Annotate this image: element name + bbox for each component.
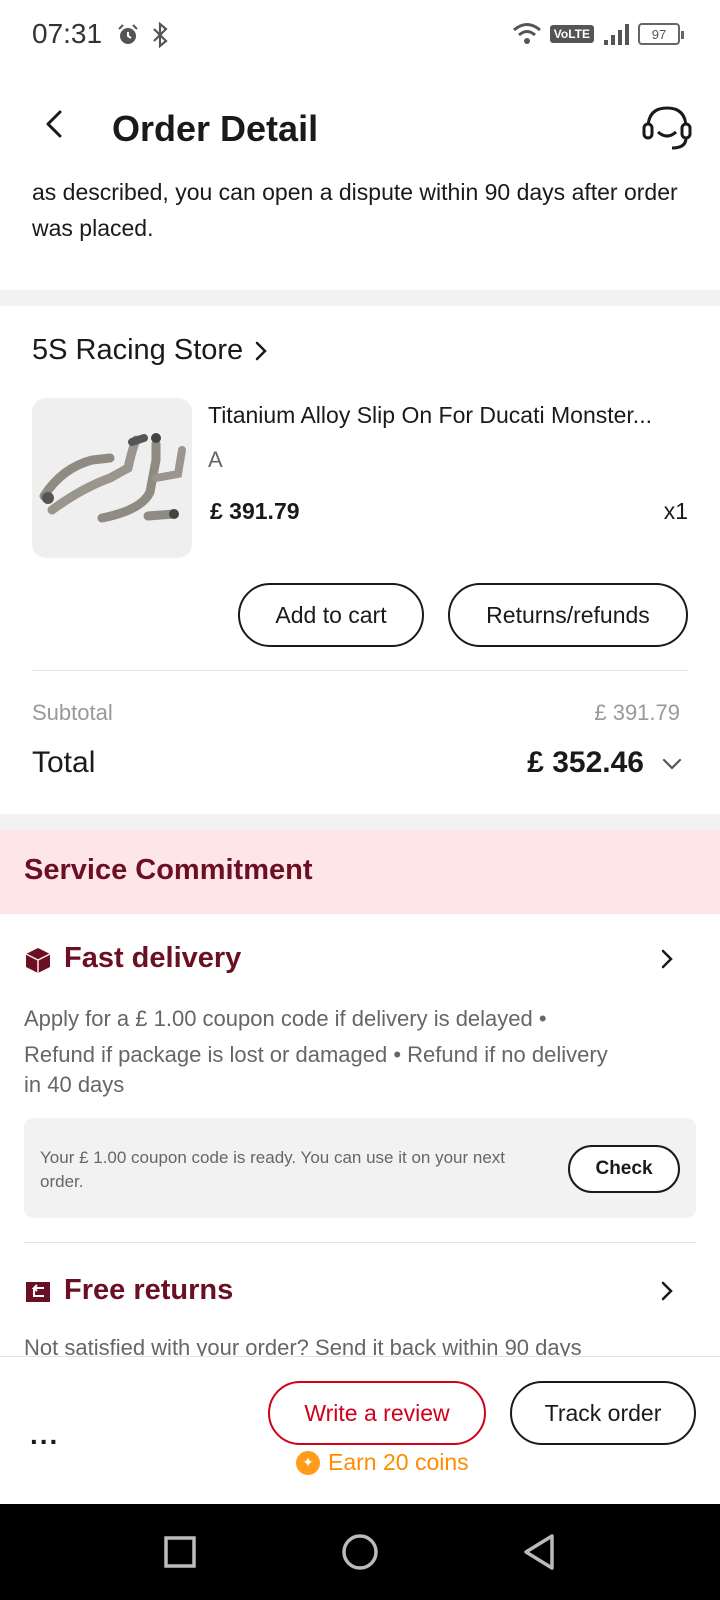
service-commitment-banner: Service Commitment — [0, 830, 720, 914]
earn-coins-hint: ✦ Earn 20 coins — [296, 1449, 469, 1476]
chevron-right-icon — [661, 949, 673, 969]
fast-delivery-row[interactable]: Fast delivery — [24, 938, 696, 982]
return-box-icon — [26, 1282, 50, 1302]
store-name: 5S Racing Store — [32, 334, 244, 366]
back-nav-icon[interactable] — [516, 1528, 564, 1576]
bottom-action-bar: ... Write a review Track order ✦ Earn 20… — [0, 1356, 720, 1504]
service-commitment-title: Service Commitment — [24, 854, 313, 886]
volte-badge: VoLTE — [549, 25, 594, 43]
fast-delivery-title: Fast delivery — [64, 942, 242, 974]
fast-delivery-line-2: Refund if package is lost or damaged • R… — [24, 1042, 608, 1067]
header: Order Detail — [0, 72, 720, 184]
divider — [32, 670, 688, 671]
battery-icon: 97 — [638, 23, 684, 45]
wifi-icon — [512, 23, 541, 44]
product-quantity: x1 — [663, 498, 688, 524]
free-returns-title: Free returns — [64, 1274, 234, 1306]
product-price: £ 391.79 — [210, 498, 300, 524]
system-navigation-bar — [0, 1504, 720, 1600]
back-button[interactable] — [32, 102, 76, 146]
add-to-cart-button[interactable]: Add to cart — [238, 583, 424, 647]
free-returns-description: Not satisfied with your order? Send it b… — [24, 1335, 582, 1356]
customer-service-button[interactable] — [640, 100, 694, 154]
subtotal-label: Subtotal — [32, 700, 113, 725]
coin-icon: ✦ — [296, 1450, 320, 1475]
signal-icon — [604, 24, 629, 45]
status-bar: 07:31 VoLTE 97 — [0, 0, 720, 72]
coupon-notice: Your £ 1.00 coupon code is ready. You ca… — [24, 1118, 696, 1218]
free-returns-row[interactable]: Free returns — [24, 1270, 696, 1314]
package-icon — [25, 948, 51, 973]
recents-icon[interactable] — [156, 1528, 204, 1576]
divider — [24, 1242, 696, 1243]
exhaust-pipe-image — [39, 433, 186, 523]
product-title[interactable]: Titanium Alloy Slip On For Ducati Monste… — [208, 402, 688, 429]
alarm-icon — [118, 24, 138, 44]
store-link[interactable]: 5S Racing Store — [32, 334, 269, 367]
more-options-button[interactable]: ... — [30, 1419, 59, 1451]
product-image[interactable] — [32, 398, 192, 558]
home-icon[interactable] — [336, 1528, 384, 1576]
coupon-text: Your £ 1.00 coupon code is ready. You ca… — [40, 1148, 506, 1191]
track-order-button[interactable]: Track order — [510, 1381, 696, 1445]
battery-level: 97 — [651, 26, 667, 42]
fast-delivery-description: Apply for a £ 1.00 coupon code if delive… — [24, 1001, 704, 1103]
bluetooth-icon — [153, 22, 168, 48]
earn-coins-text: Earn 20 coins — [328, 1449, 469, 1475]
total-label: Total — [32, 746, 96, 779]
chevron-down-icon[interactable] — [660, 752, 684, 776]
check-coupon-button[interactable]: Check — [568, 1145, 680, 1193]
total-value[interactable]: £ 352.46 — [527, 746, 644, 780]
chevron-right-icon — [661, 1281, 673, 1301]
chevron-right-icon — [255, 341, 267, 360]
subtotal-value: £ 391.79 — [594, 700, 680, 725]
fast-delivery-line-1: Apply for a £ 1.00 coupon code if delive… — [24, 1006, 547, 1031]
product-variant: A — [208, 447, 223, 472]
section-divider — [0, 814, 720, 830]
returns-refunds-button[interactable]: Returns/refunds — [448, 583, 688, 647]
write-review-button[interactable]: Write a review — [268, 1381, 486, 1445]
dispute-notice: as described, you can open a dispute wit… — [32, 179, 678, 241]
customer-service-icon — [642, 106, 692, 150]
status-time: 07:31 — [32, 18, 103, 49]
page-title: Order Detail — [112, 108, 319, 149]
section-divider — [0, 290, 720, 306]
back-arrow-icon — [46, 110, 62, 138]
